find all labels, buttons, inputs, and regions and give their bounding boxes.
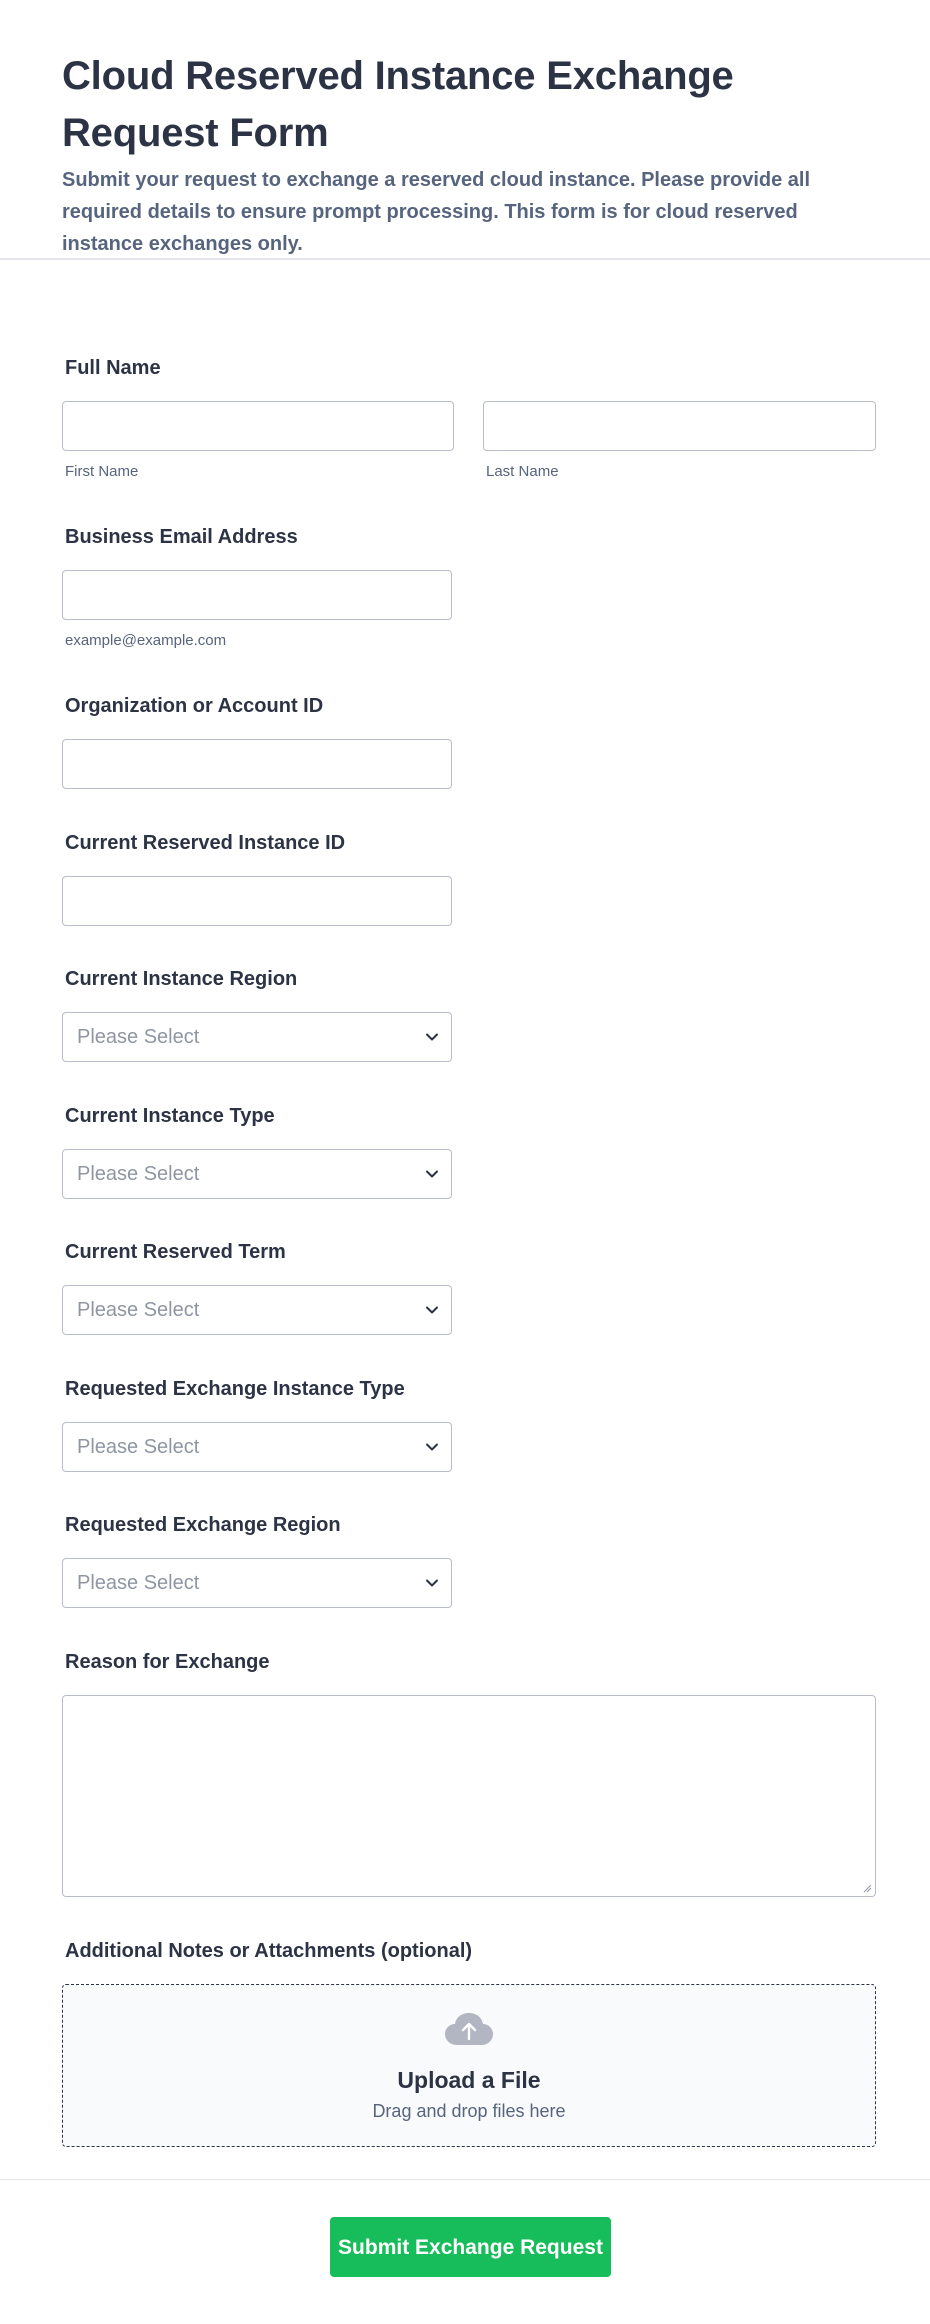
email-sublabel: example@example.com (65, 632, 227, 649)
reason-label: Reason for Exchange (65, 1651, 270, 1673)
requested-region-value: Please Select (77, 1572, 200, 1594)
requested-region-group: Please Select (62, 1558, 452, 1608)
upload-hint: Drag and drop files here (372, 2101, 566, 2121)
chevron-down-icon (426, 1443, 438, 1451)
requested-type-label: Requested Exchange Instance Type (65, 1378, 405, 1400)
footer-divider (0, 2179, 930, 2180)
current-type-group: Please Select (62, 1149, 452, 1199)
org-id-label: Organization or Account ID (65, 695, 324, 717)
chevron-down-icon (426, 1033, 438, 1041)
full-name-label: Full Name (65, 357, 161, 379)
current-type-label: Current Instance Type (65, 1105, 275, 1127)
reason-field: Reason for Exchange (62, 1650, 270, 1674)
first-name-sublabel: First Name (65, 463, 139, 480)
email-group: example@example.com (62, 570, 452, 650)
chevron-down-icon (426, 1579, 438, 1587)
org-id-input[interactable] (62, 739, 452, 789)
current-region-group: Please Select (62, 1012, 452, 1062)
org-id-group (62, 739, 452, 789)
attachments-field: Additional Notes or Attachments (optiona… (62, 1939, 472, 1963)
reason-group (62, 1695, 876, 1897)
last-name-input[interactable] (483, 401, 876, 451)
current-type-value: Please Select (77, 1163, 200, 1185)
attachments-label: Additional Notes or Attachments (optiona… (65, 1940, 473, 1962)
current-ri-id-input[interactable] (62, 876, 452, 926)
last-name-sublabel: Last Name (486, 463, 559, 480)
email-input[interactable] (62, 570, 452, 620)
current-term-field: Current Reserved Term (62, 1240, 286, 1264)
reason-textarea[interactable] (62, 1695, 876, 1897)
current-term-value: Please Select (77, 1299, 200, 1321)
first-name-group: First Name (62, 401, 454, 481)
attachments-group: Upload a File Drag and drop files here (62, 1984, 876, 2147)
current-ri-id-group (62, 876, 452, 926)
org-id-field: Organization or Account ID (62, 694, 323, 718)
current-region-label: Current Instance Region (65, 968, 298, 990)
first-name-input[interactable] (62, 401, 454, 451)
current-type-select[interactable]: Please Select (62, 1149, 452, 1199)
requested-region-field: Requested Exchange Region (62, 1513, 341, 1537)
full-name-field: Full Name (62, 356, 161, 380)
current-region-select[interactable]: Please Select (62, 1012, 452, 1062)
chevron-down-icon (426, 1306, 438, 1314)
requested-type-field: Requested Exchange Instance Type (62, 1377, 405, 1401)
current-ri-id-label: Current Reserved Instance ID (65, 832, 346, 854)
last-name-group: Last Name (483, 401, 876, 481)
requested-type-select[interactable]: Please Select (62, 1422, 452, 1472)
requested-region-label: Requested Exchange Region (65, 1514, 341, 1536)
upload-title: Upload a File (397, 2067, 541, 2093)
chevron-down-icon (426, 1170, 438, 1178)
requested-region-select[interactable]: Please Select (62, 1558, 452, 1608)
requested-type-value: Please Select (77, 1436, 200, 1458)
email-label: Business Email Address (65, 526, 298, 548)
form-title: Cloud Reserved Instance Exchange Request… (62, 54, 734, 155)
cloud-upload-icon (445, 2013, 493, 2045)
current-term-group: Please Select (62, 1285, 452, 1335)
current-region-field: Current Instance Region (62, 967, 297, 991)
form-header: Cloud Reserved Instance Exchange Request… (0, 0, 930, 260)
resize-grip-icon[interactable] (862, 1883, 872, 1893)
file-upload-dropzone[interactable]: Upload a File Drag and drop files here (62, 1984, 876, 2147)
current-ri-id-field: Current Reserved Instance ID (62, 831, 345, 855)
form-subtitle: Submit your request to exchange a reserv… (62, 169, 811, 255)
requested-type-group: Please Select (62, 1422, 452, 1472)
current-term-label: Current Reserved Term (65, 1241, 286, 1263)
email-field: Business Email Address (62, 525, 298, 549)
submit-button[interactable]: Submit Exchange Request (330, 2217, 611, 2277)
current-term-select[interactable]: Please Select (62, 1285, 452, 1335)
current-type-field: Current Instance Type (62, 1104, 275, 1128)
current-region-value: Please Select (77, 1026, 200, 1048)
